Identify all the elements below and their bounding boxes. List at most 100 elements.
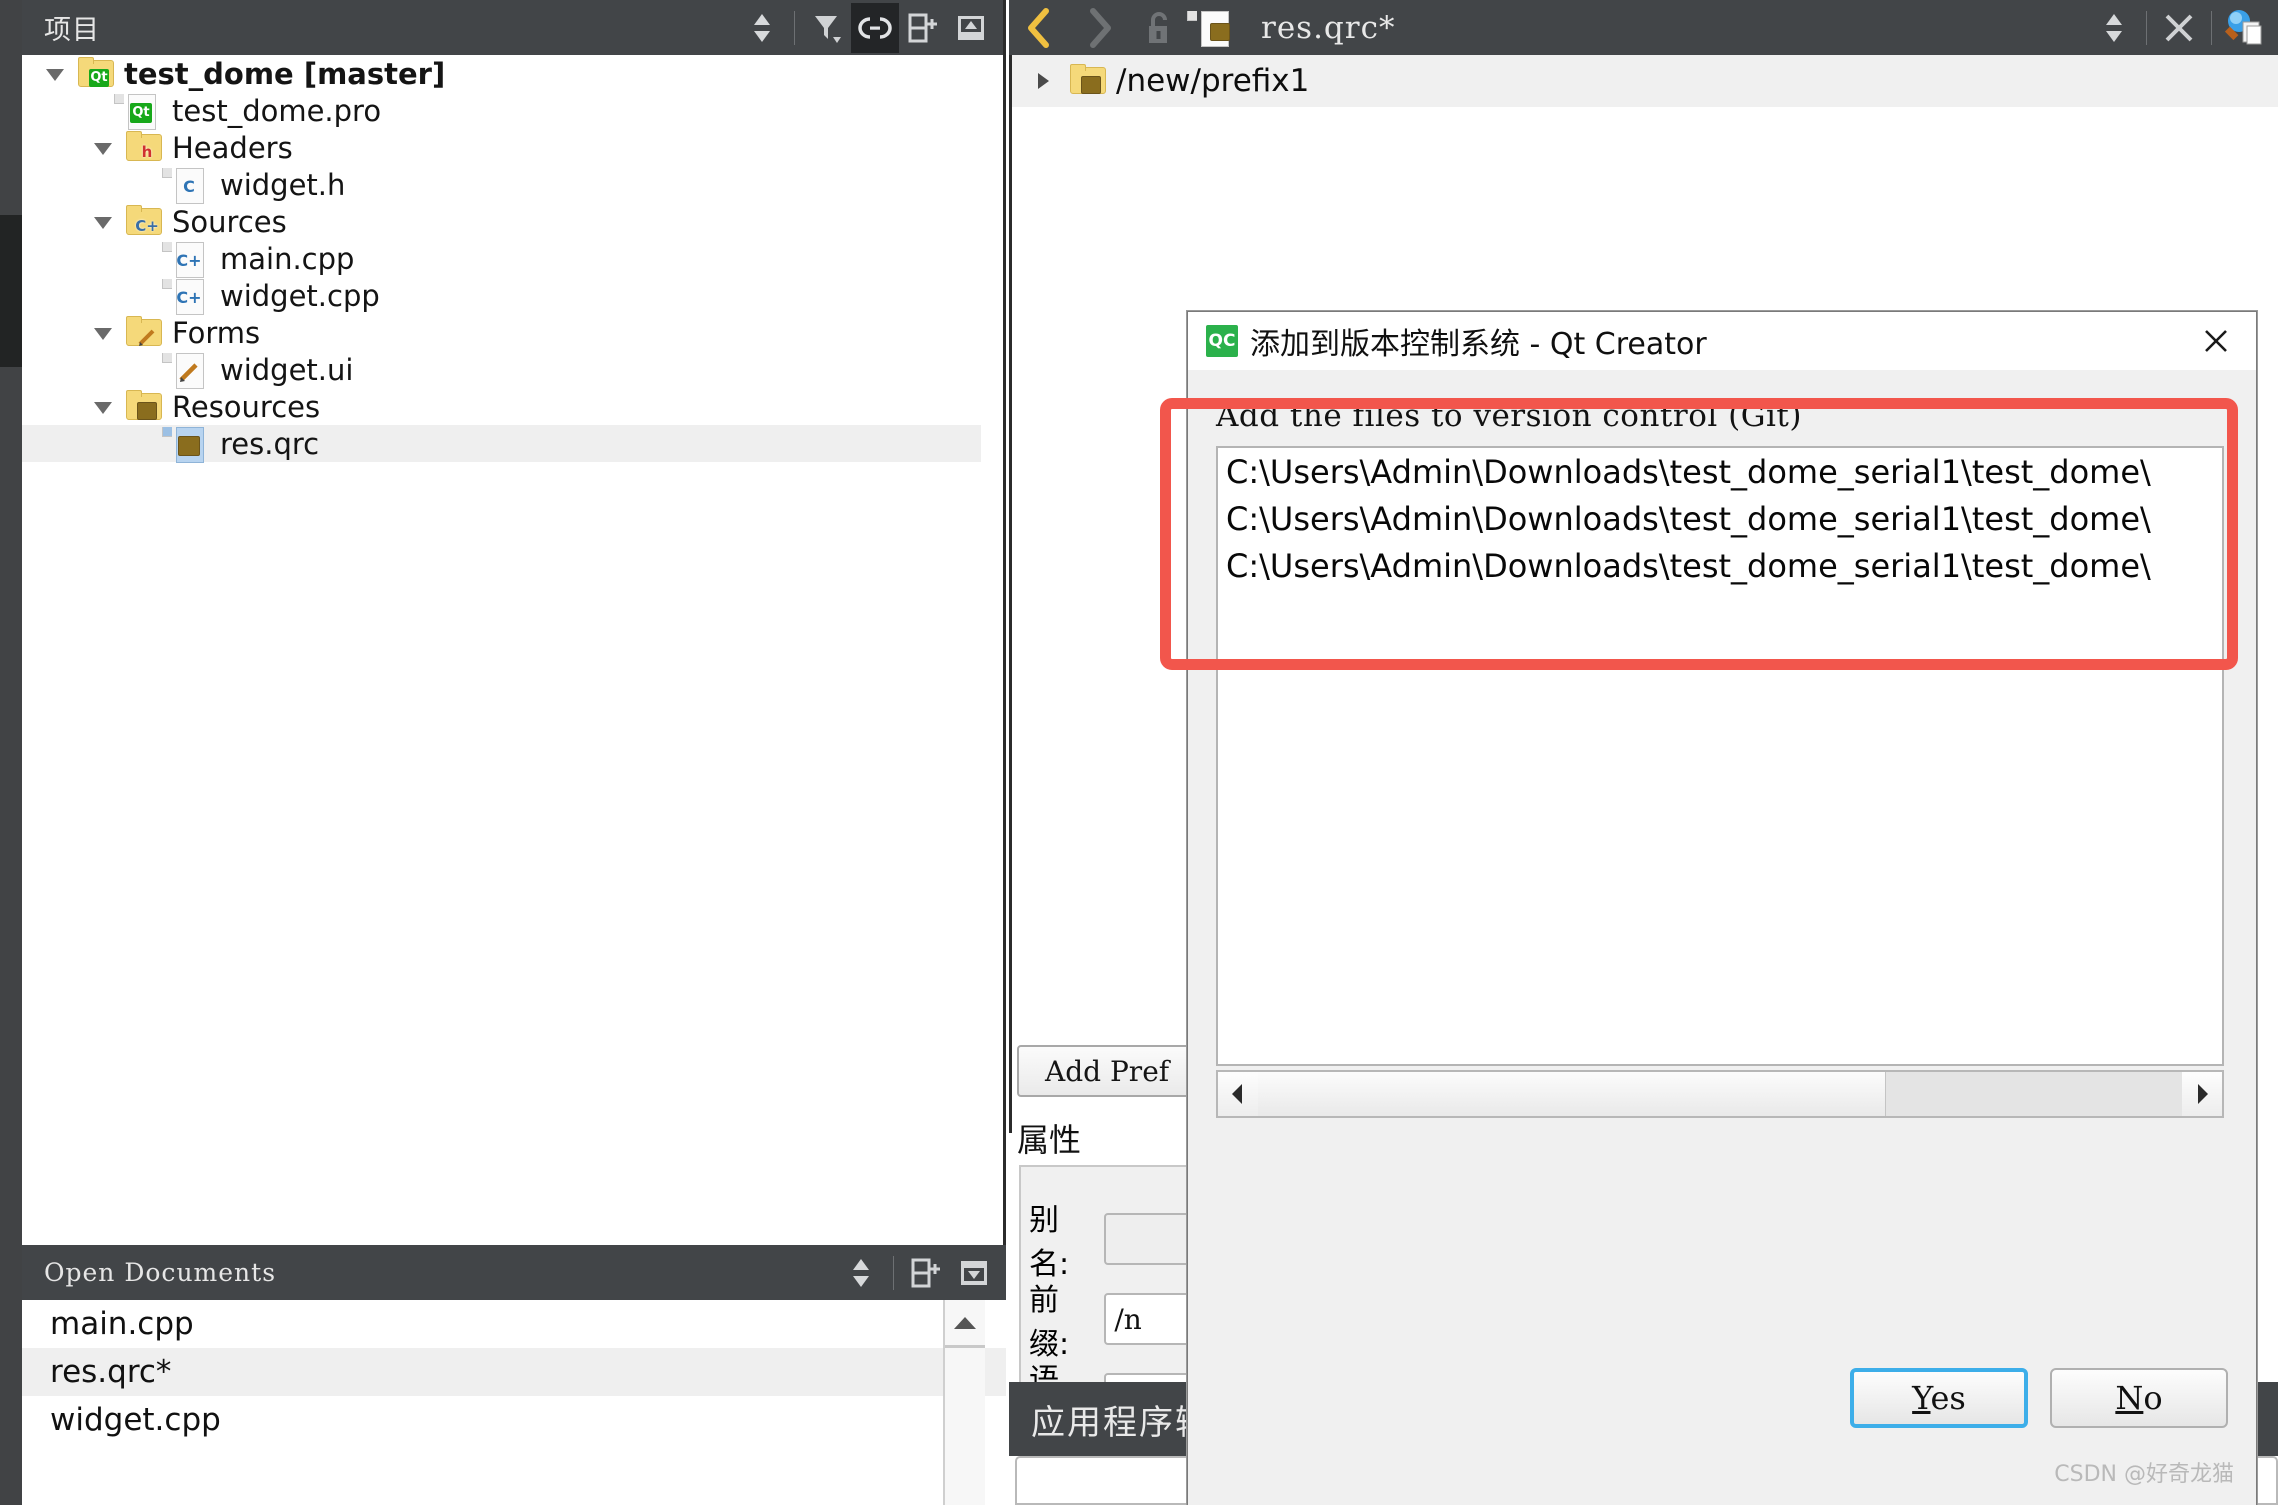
file-list-item[interactable]: C:\Users\Admin\Downloads\test_dome_seria… (1218, 448, 2222, 495)
project-dock-title: 项目 (44, 15, 100, 46)
close-icon[interactable] (2188, 316, 2244, 366)
tree-row[interactable]: widget.ui (22, 351, 981, 388)
toolbar-separator (794, 10, 795, 45)
tree-row[interactable]: C+ main.cpp (22, 240, 981, 277)
split-add-icon[interactable] (902, 1248, 950, 1298)
list-item[interactable]: widget.cpp (22, 1396, 1006, 1444)
watermark: CSDN @好奇龙猫 (2054, 1462, 2234, 1487)
tree-row-label: widget.ui (220, 352, 354, 387)
open-documents-list[interactable]: main.cpp res.qrc* widget.cpp (22, 1300, 1006, 1505)
application-output-title: 应用程序输 (1031, 1402, 1211, 1443)
project-dock: 项目 Qt test_dome [master] Qt test_dome.pr… (22, 0, 1006, 1505)
yes-button[interactable]: Yes (1850, 1368, 2028, 1428)
folder-qrc-icon (1070, 64, 1104, 98)
tree-row-label: test_dome [master] (124, 56, 446, 91)
file-list-item[interactable]: C:\Users\Admin\Downloads\test_dome_seria… (1218, 542, 2222, 589)
tree-row-label: widget.h (220, 167, 346, 202)
file-list[interactable]: C:\Users\Admin\Downloads\test_dome_seria… (1216, 446, 2224, 1066)
chevron-down-icon[interactable] (88, 318, 118, 348)
close-split-icon[interactable] (950, 1248, 998, 1298)
tree-row[interactable]: C+ widget.cpp (22, 277, 981, 314)
dialog-message: Add the files to version control (Git) (1216, 398, 1802, 434)
file-cpp-icon: C+ (176, 288, 202, 307)
tree-row[interactable]: res.qrc (22, 425, 981, 462)
file-qt-icon: Qt (126, 94, 160, 128)
tree-row-label: main.cpp (220, 241, 355, 276)
dialog-button-row: Yes No (1850, 1368, 2228, 1428)
open-documents-header: Open Documents (22, 1245, 1006, 1300)
link-icon[interactable] (851, 2, 899, 53)
chevron-down-icon[interactable] (40, 59, 70, 89)
folder-form-icon (126, 316, 160, 350)
editor-toolbar: res.qrc* (1009, 0, 2278, 55)
activity-rail (0, 0, 22, 1505)
list-item-label: main.cpp (50, 1306, 194, 1342)
toolbar-separator (893, 1255, 894, 1290)
folder-h-icon: h (141, 142, 153, 161)
scroll-up-arrow-icon[interactable] (945, 1300, 985, 1348)
tree-row[interactable]: h Headers (22, 129, 981, 166)
close-split-icon[interactable] (947, 3, 995, 53)
synchronize-icon[interactable] (2090, 3, 2138, 53)
synchronize-icon[interactable] (738, 3, 786, 53)
list-item[interactable]: res.qrc* (22, 1348, 1006, 1396)
editor-toolbar-right (2090, 0, 2268, 55)
tree-row[interactable]: Forms (22, 314, 981, 351)
resource-prefix-label: /new/prefix1 (1116, 63, 1310, 99)
tree-row[interactable]: Qt test_dome [master] (22, 55, 981, 92)
tree-row[interactable]: Cwidget.h (22, 166, 981, 203)
rail-selected-segment[interactable] (0, 215, 22, 367)
file-list-horizontal-scrollbar[interactable] (1216, 1070, 2224, 1118)
tree-row-label: Resources (172, 389, 321, 424)
tree-row-label: widget.cpp (220, 278, 380, 313)
list-item[interactable]: main.cpp (22, 1300, 1006, 1348)
chevron-down-icon[interactable] (88, 207, 118, 237)
project-dock-header: 项目 (22, 0, 1003, 55)
find-usages-icon[interactable] (2220, 3, 2268, 53)
scroll-right-arrow-icon[interactable] (2182, 1072, 2222, 1116)
folder-qt-icon: Qt (89, 68, 109, 87)
tree-row-label: test_dome.pro (172, 93, 382, 128)
tree-row-label: res.qrc (220, 426, 320, 461)
open-documents-scrollbar[interactable] (943, 1300, 985, 1505)
no-button-label: No (2115, 1379, 2163, 1417)
editor-file-indicator[interactable]: res.qrc* (1199, 10, 1395, 46)
toolbar-separator (2146, 10, 2147, 45)
tree-row[interactable]: Resources (22, 388, 981, 425)
chevron-down-icon[interactable] (88, 392, 118, 422)
file-ui-icon (174, 353, 208, 387)
scroll-left-arrow-icon[interactable] (1218, 1072, 1258, 1116)
tree-row-label: Sources (172, 204, 287, 239)
tree-row[interactable]: Qt test_dome.pro (22, 92, 981, 129)
project-tree[interactable]: Qt test_dome [master] Qt test_dome.pro h Head… (22, 55, 981, 840)
editor-filename: res.qrc* (1261, 9, 1396, 46)
synchronize-icon[interactable] (837, 1248, 885, 1298)
unlock-icon[interactable] (1129, 0, 1189, 55)
qt-creator-logo-icon: QC (1206, 325, 1238, 357)
no-button[interactable]: No (2050, 1368, 2228, 1428)
dialog-titlebar: QC 添加到版本控制系统 - Qt Creator (1188, 312, 2256, 370)
split-add-icon[interactable] (899, 3, 947, 53)
folder-cpp-icon: C+ (135, 216, 159, 235)
filter-icon[interactable] (803, 3, 851, 53)
list-item-label: res.qrc* (50, 1354, 172, 1390)
forward-arrow-icon[interactable] (1069, 0, 1129, 55)
back-arrow-icon[interactable] (1009, 0, 1069, 55)
property-label: 别名: (1029, 1203, 1070, 1282)
app-window: 项目 Qt test_dome [master] Qt test_dome.pr… (0, 0, 2278, 1505)
folder-qrc-icon (126, 390, 160, 424)
add-to-version-control-dialog: QC 添加到版本控制系统 - Qt Creator Add the files … (1187, 311, 2257, 1505)
open-documents-title: Open Documents (44, 1258, 277, 1287)
close-icon[interactable] (2155, 3, 2203, 53)
tree-row-label: Forms (172, 315, 261, 350)
file-list-item[interactable]: C:\Users\Admin\Downloads\test_dome_seria… (1218, 495, 2222, 542)
file-qrc-icon (174, 427, 208, 461)
scrollbar-thumb[interactable] (1258, 1072, 1887, 1116)
scrollbar-track[interactable] (1258, 1072, 2182, 1116)
open-documents-toolbar (837, 1245, 998, 1300)
chevron-down-icon[interactable] (88, 133, 118, 163)
list-item-label: widget.cpp (50, 1402, 221, 1438)
tree-row[interactable]: C+ Sources (22, 203, 981, 240)
resource-prefix-row[interactable]: /new/prefix1 (1012, 55, 2278, 107)
chevron-right-icon[interactable] (1028, 66, 1058, 96)
